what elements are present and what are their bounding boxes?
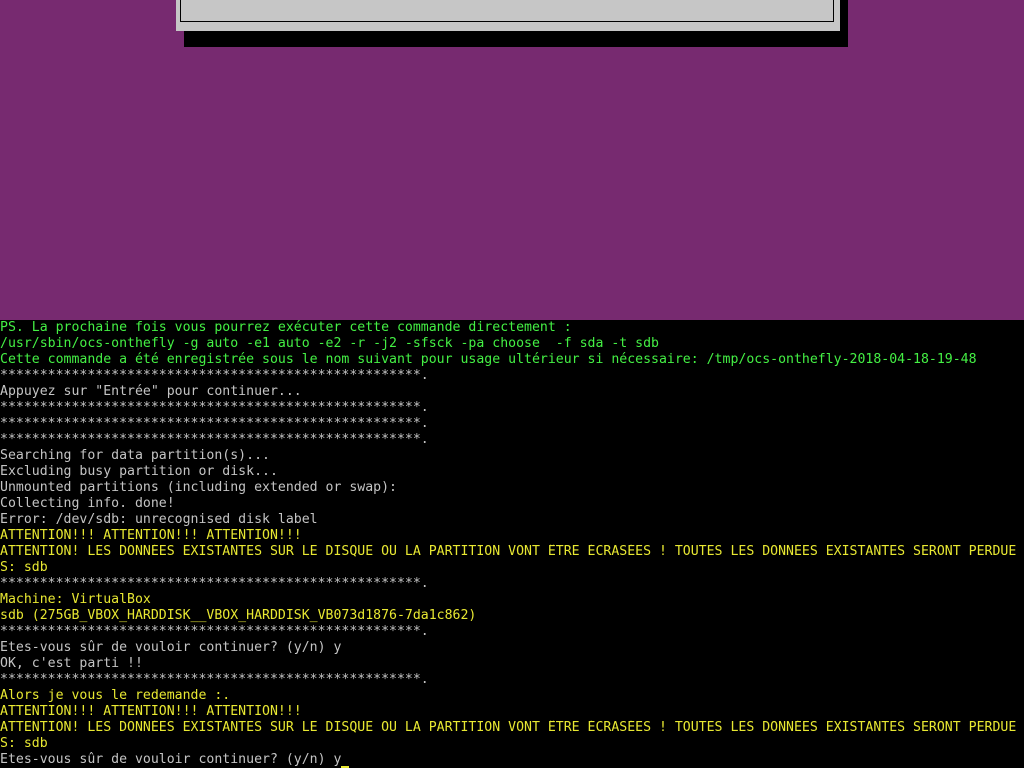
console-line: Error: /dev/sdb: unrecognised disk label — [0, 512, 1024, 528]
console-line: Appuyez sur "Entrée" pour continuer... — [0, 384, 1024, 400]
console-line: ATTENTION!!! ATTENTION!!! ATTENTION!!! — [0, 704, 1024, 720]
console-line-text: ****************************************… — [0, 624, 429, 639]
console-line-text: Unmounted partitions (including extended… — [0, 480, 397, 495]
console-line-text: Collecting info. done! — [0, 496, 175, 511]
console-line-text: S: sdb — [0, 736, 48, 751]
console-line-text: ****************************************… — [0, 432, 429, 447]
console-line: OK, c'est parti !! — [0, 656, 1024, 672]
console-line: Machine: VirtualBox — [0, 592, 1024, 608]
console-line: Searching for data partition(s)... — [0, 448, 1024, 464]
console-line-text: Etes-vous sûr de vouloir continuer? (y/n… — [0, 640, 342, 655]
console-line-text: Machine: VirtualBox — [0, 592, 151, 607]
dialog-box — [176, 0, 840, 31]
console-line-text: ATTENTION!!! ATTENTION!!! ATTENTION!!! — [0, 704, 302, 719]
console-line-text: ****************************************… — [0, 368, 429, 383]
console-line-text: Error: /dev/sdb: unrecognised disk label — [0, 512, 318, 527]
purple-backdrop — [0, 0, 1024, 320]
console-line: ****************************************… — [0, 400, 1024, 416]
console-line: Alors je vous le redemande :. — [0, 688, 1024, 704]
console-line-text: Excluding busy partition or disk... — [0, 464, 278, 479]
console-line: ****************************************… — [0, 624, 1024, 640]
console-line: Etes-vous sûr de vouloir continuer? (y/n… — [0, 752, 1024, 768]
console-line: S: sdb — [0, 560, 1024, 576]
console-line: ****************************************… — [0, 672, 1024, 688]
console-line-text: ****************************************… — [0, 672, 429, 687]
console-line: ATTENTION! LES DONNÉES EXISTANTES SUR LE… — [0, 544, 1024, 560]
console-line-text: ****************************************… — [0, 576, 429, 591]
screen: PS. La prochaine fois vous pourrez exécu… — [0, 0, 1024, 768]
console-line: PS. La prochaine fois vous pourrez exécu… — [0, 320, 1024, 336]
dialog-inner-frame — [180, 0, 834, 22]
console-line-text: ****************************************… — [0, 416, 429, 431]
terminal-console[interactable]: PS. La prochaine fois vous pourrez exécu… — [0, 320, 1024, 768]
console-line: sdb (275GB_VBOX_HARDDISK__VBOX_HARDDISK_… — [0, 608, 1024, 624]
console-line-text: OK, c'est parti !! — [0, 656, 143, 671]
console-line: ****************************************… — [0, 416, 1024, 432]
console-line-text: Searching for data partition(s)... — [0, 448, 270, 463]
console-line: /usr/sbin/ocs-onthefly -g auto -e1 auto … — [0, 336, 1024, 352]
console-line-text: Alors je vous le redemande :. — [0, 688, 231, 703]
console-line-text: Etes-vous sûr de vouloir continuer? (y/n… — [0, 752, 342, 767]
console-line: Collecting info. done! — [0, 496, 1024, 512]
console-line-text: sdb (275GB_VBOX_HARDDISK__VBOX_HARDDISK_… — [0, 608, 477, 623]
console-line: Etes-vous sûr de vouloir continuer? (y/n… — [0, 640, 1024, 656]
console-line: ****************************************… — [0, 576, 1024, 592]
console-line-text: PS. La prochaine fois vous pourrez exécu… — [0, 320, 572, 335]
console-line: Excluding busy partition or disk... — [0, 464, 1024, 480]
console-line: S: sdb — [0, 736, 1024, 752]
console-line: ATTENTION! LES DONNÉES EXISTANTES SUR LE… — [0, 720, 1024, 736]
console-line-text: S: sdb — [0, 560, 48, 575]
console-line: Cette commande a été enregistrée sous le… — [0, 352, 1024, 368]
console-line: ATTENTION!!! ATTENTION!!! ATTENTION!!! — [0, 528, 1024, 544]
console-line-text: ATTENTION! LES DONNÉES EXISTANTES SUR LE… — [0, 720, 1017, 735]
console-line: ****************************************… — [0, 432, 1024, 448]
console-line-text: ATTENTION! LES DONNÉES EXISTANTES SUR LE… — [0, 544, 1017, 559]
console-line-text: ****************************************… — [0, 400, 429, 415]
console-line-text: ATTENTION!!! ATTENTION!!! ATTENTION!!! — [0, 528, 302, 543]
console-line: Unmounted partitions (including extended… — [0, 480, 1024, 496]
console-line-text: Appuyez sur "Entrée" pour continuer... — [0, 384, 302, 399]
console-line-text: Cette commande a été enregistrée sous le… — [0, 352, 977, 367]
console-line: ****************************************… — [0, 368, 1024, 384]
console-line-text: /usr/sbin/ocs-onthefly -g auto -e1 auto … — [0, 336, 659, 351]
